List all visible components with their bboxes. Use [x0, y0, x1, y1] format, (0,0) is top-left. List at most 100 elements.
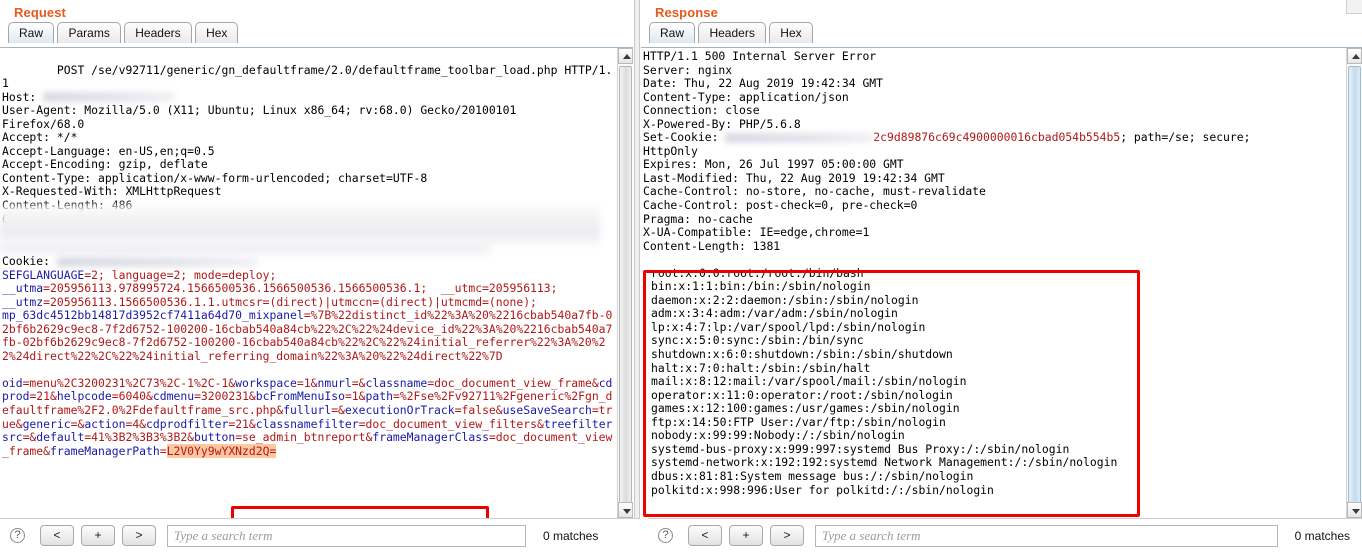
response-search-input[interactable] — [815, 524, 1278, 547]
redacted-host — [43, 92, 176, 103]
response-header-line: X-UA-Compatible: IE=edge,chrome=1 — [643, 225, 870, 240]
body-param-name: classnamefilter — [255, 416, 359, 431]
injected-param-value: L2V0Yy9wYXNzd2Q= — [166, 443, 277, 458]
response-tabstrip: Raw Headers Hex — [641, 22, 1362, 44]
response-match-count: 0 matches — [1294, 528, 1350, 543]
scroll-down-arrow-icon[interactable] — [618, 502, 633, 518]
tab-response-headers[interactable]: Headers — [698, 22, 766, 43]
cookie-param-name: mp_63dc4512bb14817d3952cf7411a64d70_mixp… — [2, 308, 304, 323]
corner-nub — [1346, 0, 1362, 14]
body-param-value: =6040& — [111, 389, 153, 404]
injected-param-equals: = — [159, 443, 167, 458]
body-param-name: helpcode — [56, 389, 112, 404]
passwd-line: shutdown:x:6:0:shutdown:/sbin:/sbin/shut… — [651, 347, 953, 362]
body-param-value: =21& — [228, 416, 256, 431]
search-prev-button[interactable]: < — [40, 525, 74, 546]
tab-request-headers[interactable]: Headers — [124, 22, 192, 43]
body-param-value: =1& — [296, 375, 318, 390]
body-param-name: action — [84, 416, 126, 431]
tab-request-hex[interactable]: Hex — [195, 22, 239, 43]
search-add-button[interactable]: + — [729, 525, 763, 546]
body-param-name: button — [194, 430, 236, 445]
body-param-name: fullurl — [283, 403, 332, 418]
help-icon[interactable]: ? — [10, 528, 25, 543]
set-cookie-attrs: ; path=/se; secure; — [1120, 130, 1251, 145]
help-icon[interactable]: ? — [658, 528, 673, 543]
scroll-up-arrow-icon[interactable] — [1347, 48, 1362, 64]
passwd-line: dbus:x:81:81:System message bus:/:/sbin/… — [651, 468, 974, 483]
tab-request-params[interactable]: Params — [57, 22, 121, 43]
response-header-line: Content-Type: application/json — [643, 89, 849, 104]
passwd-line: bin:x:1:1:bin:/bin:/sbin/nologin — [651, 279, 871, 294]
injected-param-name: frameManagerPath — [50, 443, 160, 458]
passwd-line: operator:x:11:0:operator:/root:/sbin/nol… — [651, 387, 953, 402]
tab-response-hex[interactable]: Hex — [769, 22, 813, 43]
passwd-line: ftp:x:14:50:FTP User:/var/ftp:/sbin/nolo… — [651, 414, 946, 429]
response-header-line: Pragma: no-cache — [643, 211, 753, 226]
body-param-value: =41%3B2%3B3%3B2& — [84, 430, 195, 445]
set-cookie-value: 2c9d89876c69c4900000016cbad054b554b5 — [873, 130, 1121, 145]
cookie-param-name: SEFGLANGUAGE — [2, 267, 85, 282]
set-cookie-label: Set-Cookie: — [643, 130, 726, 145]
passwd-line: sync:x:5:0:sync:/sbin:/bin/sync — [651, 333, 864, 348]
body-param-value: =menu%2C3200231%2C73%2C-1%2C-1& — [22, 375, 236, 390]
passwd-line: polkitd:x:998:996:User for polkitd:/:/sb… — [651, 482, 994, 497]
body-param-value: =& — [331, 403, 345, 418]
response-search-bar: ? < + > 0 matches — [648, 518, 1362, 552]
body-param-value: =& — [351, 375, 366, 390]
search-next-button[interactable]: > — [122, 525, 156, 546]
passwd-line: mail:x:8:12:mail:/var/spool/mail:/sbin/n… — [651, 374, 967, 389]
request-scrollbar[interactable] — [617, 48, 633, 518]
body-param-value: =false& — [454, 403, 503, 418]
search-next-button[interactable]: > — [770, 525, 804, 546]
response-raw-text: HTTP/1.1 500 Internal Server Error Serve… — [643, 49, 1340, 518]
body-param-value: =doc_document_view_frame& — [427, 375, 599, 390]
scroll-up-arrow-icon[interactable] — [618, 48, 633, 64]
body-param-value: =& — [22, 430, 37, 445]
panel-divider[interactable] — [634, 0, 640, 518]
scroll-down-arrow-icon[interactable] — [1347, 502, 1362, 518]
redacted-set-cookie-name — [725, 132, 874, 143]
request-match-count: 0 matches — [543, 528, 599, 543]
request-panel: Request Raw Params Headers Hex POST /se/… — [0, 0, 633, 518]
body-param-name: frameManagerClass — [372, 430, 489, 445]
body-param-name: oid — [2, 375, 23, 390]
tab-response-raw[interactable]: Raw — [649, 22, 696, 43]
response-header-line: Cache-Control: no-store, no-cache, must-… — [643, 184, 986, 199]
body-param-name: useSaveSearch — [502, 403, 592, 418]
burp-message-viewer: Request Raw Params Headers Hex POST /se/… — [0, 0, 1362, 552]
response-scrollbar[interactable] — [1346, 48, 1362, 518]
search-add-button[interactable]: + — [81, 525, 115, 546]
request-search-input[interactable] — [167, 524, 526, 547]
cookie-param-value: =205956113.1566500536.1.1.utmcsr=(direct… — [43, 294, 537, 309]
body-param-value: =doc_document_view_filters& — [358, 416, 544, 431]
body-param-name: generic — [22, 416, 71, 431]
request-search-bar: ? < + > 0 matches — [0, 518, 640, 552]
response-editor[interactable]: HTTP/1.1 500 Internal Server Error Serve… — [641, 47, 1362, 518]
tab-request-raw[interactable]: Raw — [8, 22, 55, 43]
response-status-line: HTTP/1.1 500 Internal Server Error — [643, 49, 877, 63]
redacted-cookie-prefix — [56, 256, 257, 267]
redacted-region-1 — [0, 206, 600, 244]
request-editor[interactable]: POST /se/v92711/generic/gn_defaultframe/… — [0, 47, 633, 518]
body-param-name: path — [365, 389, 393, 404]
body-param-value: =se_admin_btnreport& — [235, 430, 373, 445]
passwd-line: halt:x:7:0:halt:/sbin:/sbin/halt — [651, 360, 871, 375]
response-scroll-thumb[interactable] — [1348, 66, 1361, 512]
response-header-line: Connection: close — [643, 103, 760, 118]
response-header-line: Server: nginx — [643, 62, 733, 77]
cookie-param-name: __utma — [2, 281, 44, 296]
redacted-region-2 — [0, 240, 490, 254]
request-scroll-thumb[interactable] — [619, 66, 632, 506]
response-header-line: X-Powered-By: PHP/5.6.8 — [643, 116, 801, 131]
body-param-value: =& — [70, 416, 85, 431]
body-param-name: cdmenu — [152, 389, 195, 404]
body-param-value: =4& — [125, 416, 147, 431]
body-param-name: classname — [365, 375, 428, 390]
response-header-line: Cache-Control: post-check=0, pre-check=0 — [643, 198, 918, 213]
search-prev-button[interactable]: < — [688, 525, 722, 546]
response-header-line: Last-Modified: Thu, 22 Aug 2019 19:42:34… — [643, 170, 945, 185]
passwd-line: systemd-bus-proxy:x:999:997:systemd Bus … — [651, 441, 1070, 456]
passwd-line: adm:x:3:4:adm:/var/adm:/sbin/nologin — [651, 306, 898, 321]
cookie-param-name: __utmz — [2, 294, 44, 309]
